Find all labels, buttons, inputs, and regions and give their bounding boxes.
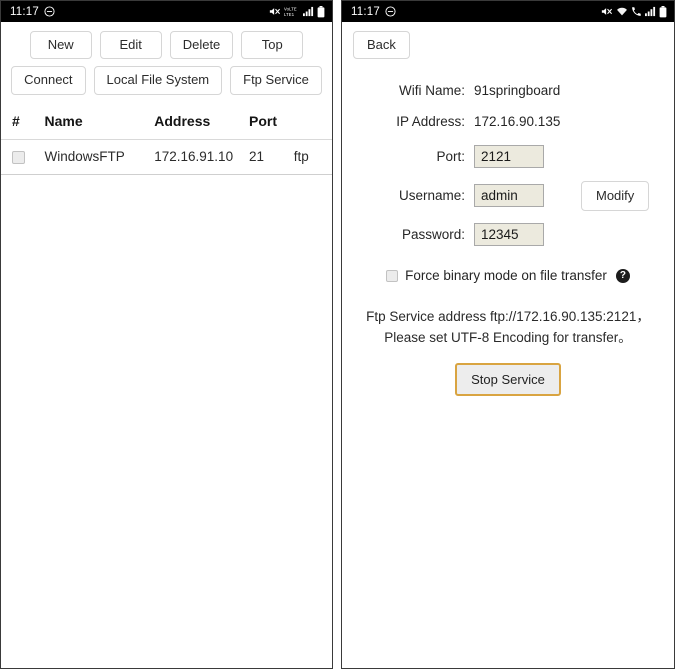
service-address-line-1: Ftp Service address ftp://172.16.90.135:… [366,309,650,325]
stop-service-row: Stop Service [352,362,664,396]
left-status-bar: 11:17 VoLTE LTE1 [1,1,332,22]
mute-icon [269,6,281,17]
wifi-name-value: 91springboard [474,83,561,99]
wifi-icon [616,6,628,17]
status-bar-right-group [601,5,667,18]
svg-text:VoLTE: VoLTE [284,7,297,12]
status-bar-clock: 11:17 [351,5,380,18]
force-binary-label: Force binary mode on file transfer [405,268,607,284]
column-header-protocol [293,108,332,140]
right-status-bar: 11:17 [342,1,674,22]
ip-address-label: IP Address: [396,114,465,130]
screenshot-root: 11:17 VoLTE LTE1 New Edit Delete Top Con… [0,0,675,669]
ftp-connections-table-wrapper: # Name Address Port WindowsFTP 172.16.91… [1,108,332,175]
edit-button[interactable]: Edit [99,31,162,60]
secondary-toolbar: Connect Local File System Ftp Service [1,66,332,95]
force-binary-row: Force binary mode on file transfer ? [352,268,664,283]
column-header-address[interactable]: Address [154,108,250,140]
table-body: WindowsFTP 172.16.91.10 21 ftp [1,139,332,174]
ip-address-value: 172.16.90.135 [474,114,561,130]
signal-bars-icon [645,6,656,17]
service-address-line-2: Please set UTF-8 Encoding for transfer。 [384,329,632,345]
back-button[interactable]: Back [353,31,410,60]
battery-icon [659,5,667,18]
ftp-service-form: Wifi Name: 91springboard IP Address: 172… [342,83,674,396]
signal-bars-icon [303,6,314,17]
row-select-cell[interactable] [1,139,45,174]
top-button[interactable]: Top [241,31,304,60]
password-row: Password: [352,223,664,247]
username-input[interactable] [474,184,544,208]
battery-icon [317,5,325,18]
stop-service-button[interactable]: Stop Service [455,362,561,396]
status-bar-left-group: 11:17 [351,6,396,18]
column-header-name[interactable]: Name [44,108,155,140]
table-header: # Name Address Port [1,108,332,140]
status-bar-right-group: VoLTE LTE1 [269,5,325,18]
column-header-index[interactable]: # [1,108,45,140]
left-phone-panel: 11:17 VoLTE LTE1 New Edit Delete Top Con… [0,0,333,669]
wifi-name-label: Wifi Name: [398,83,465,99]
call-signal-icon [631,6,642,17]
status-bar-left-group: 11:17 [10,6,55,18]
table-row[interactable]: WindowsFTP 172.16.91.10 21 ftp [1,139,332,174]
status-bar-clock: 11:17 [10,5,39,18]
port-label: Port: [436,149,465,165]
column-header-port[interactable]: Port [249,108,294,140]
ip-address-row: IP Address: 172.16.90.135 [352,114,664,129]
right-phone-panel: 11:17 Back Wifi Name: 91springboard IP A… [341,0,675,669]
connect-button[interactable]: Connect [11,66,86,95]
primary-toolbar: New Edit Delete Top [1,31,332,60]
mute-icon [601,6,613,17]
volte-icon: VoLTE LTE1 [284,6,300,17]
password-label: Password: [401,227,465,243]
back-button-row: Back [342,22,674,60]
modify-button[interactable]: Modify [581,180,650,211]
ftp-connections-table: # Name Address Port WindowsFTP 172.16.91… [1,108,332,174]
do-not-disturb-icon [44,6,55,17]
help-icon[interactable]: ? [615,268,630,283]
service-address-note: Ftp Service address ftp://172.16.90.135:… [352,307,664,348]
wifi-name-row: Wifi Name: 91springboard [352,83,664,98]
row-protocol: ftp [293,148,309,164]
port-row: Port: [352,145,664,169]
row-port: 21 [249,148,265,164]
force-binary-checkbox[interactable] [386,269,399,282]
port-input[interactable] [474,145,544,169]
svg-text:LTE1: LTE1 [284,12,295,17]
new-button[interactable]: New [29,31,92,60]
delete-button[interactable]: Delete [169,31,234,60]
row-address: 172.16.91.10 [154,148,234,164]
password-input[interactable] [474,223,544,247]
username-row: Username: Modify [352,180,664,211]
row-name: WindowsFTP [44,148,125,164]
do-not-disturb-icon [385,6,396,17]
username-label: Username: [398,188,465,204]
table-header-row: # Name Address Port [1,108,332,140]
row-checkbox[interactable] [12,150,25,164]
ftp-service-button[interactable]: Ftp Service [230,66,322,95]
local-file-system-button[interactable]: Local File System [93,66,223,95]
